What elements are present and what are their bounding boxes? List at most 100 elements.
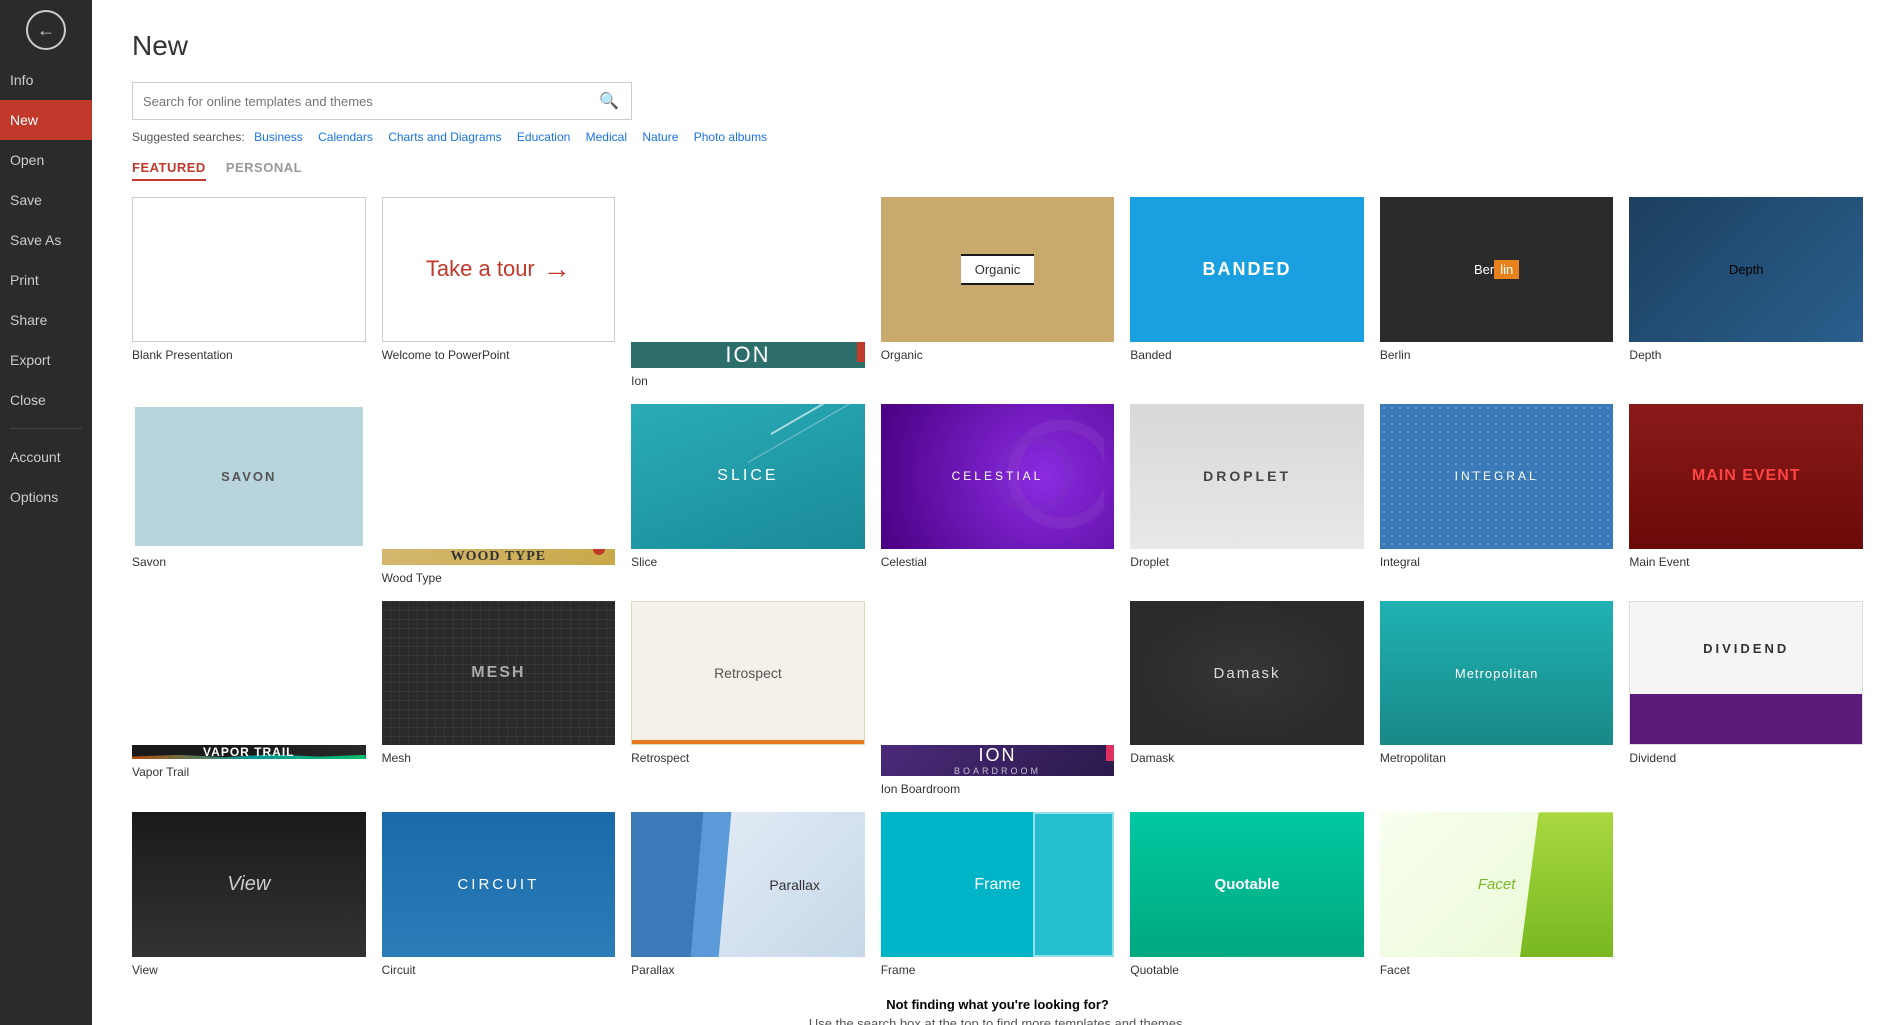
template-frame-label: Frame — [881, 963, 1115, 977]
slice-text: SLICE — [717, 467, 778, 485]
sidebar-item-save-as[interactable]: Save As — [0, 220, 92, 260]
woodtype-text: WOOD TYPE — [451, 549, 546, 565]
template-tour[interactable]: Take a tour → Welcome to PowerPoint — [382, 197, 616, 388]
sidebar-item-share[interactable]: Share — [0, 300, 92, 340]
suggested-photo[interactable]: Photo albums — [694, 130, 767, 144]
berlin-text-white: Ber — [1474, 262, 1494, 277]
celestial-text: CELESTIAL — [952, 469, 1044, 483]
template-damask[interactable]: Damask Damask — [1130, 601, 1364, 797]
template-celestial[interactable]: CELESTIAL Celestial — [881, 404, 1115, 585]
retrospect-text: Retrospect — [714, 665, 782, 681]
template-vaportrail[interactable]: VAPOR TRAIL Vapor Trail — [132, 601, 366, 797]
sidebar-item-account[interactable]: Account — [0, 437, 92, 477]
template-dividend[interactable]: DIVIDEND Dividend — [1629, 601, 1863, 797]
sidebar-item-options[interactable]: Options — [0, 477, 92, 517]
template-parallax[interactable]: Parallax Parallax — [631, 812, 865, 977]
tab-featured[interactable]: FEATURED — [132, 160, 206, 181]
sidebar-item-open[interactable]: Open — [0, 140, 92, 180]
template-view[interactable]: View View — [132, 812, 366, 977]
suggested-calendars[interactable]: Calendars — [318, 130, 373, 144]
template-vaportrail-label: Vapor Trail — [132, 765, 366, 779]
back-button[interactable]: ← — [26, 10, 66, 50]
template-circuit-label: Circuit — [382, 963, 616, 977]
search-button[interactable]: 🔍 — [587, 83, 631, 119]
template-damask-label: Damask — [1130, 751, 1364, 765]
template-quotable[interactable]: Quotable Quotable — [1130, 812, 1364, 977]
suggested-medical[interactable]: Medical — [586, 130, 627, 144]
mainevent-text: MAIN EVENT — [1692, 467, 1801, 485]
template-tour-label: Welcome to PowerPoint — [382, 348, 616, 362]
view-text: View — [227, 873, 270, 896]
template-ion[interactable]: ION Ion — [631, 197, 865, 388]
sidebar-item-info[interactable]: Info — [0, 60, 92, 100]
template-berlin[interactable]: Berlin Berlin — [1380, 197, 1614, 388]
suggested-business[interactable]: Business — [254, 130, 303, 144]
sidebar-item-print[interactable]: Print — [0, 260, 92, 300]
template-organic[interactable]: Organic Organic — [881, 197, 1115, 388]
template-facet-label: Facet — [1380, 963, 1614, 977]
not-finding-subtitle: Use the search box at the top to find mo… — [132, 1016, 1863, 1025]
template-retrospect[interactable]: Retrospect Retrospect — [631, 601, 865, 797]
template-blank-label: Blank Presentation — [132, 348, 366, 362]
template-depth[interactable]: Depth Depth — [1629, 197, 1863, 388]
template-ionboardroom-label: Ion Boardroom — [881, 782, 1115, 796]
template-blank[interactable]: Blank Presentation — [132, 197, 366, 388]
template-metropolitan[interactable]: Metropolitan Metropolitan — [1380, 601, 1614, 797]
suggested-education[interactable]: Education — [517, 130, 570, 144]
droplet-text: DROPLET — [1203, 468, 1291, 484]
sidebar-item-export[interactable]: Export — [0, 340, 92, 380]
ionboardroom-sub: BOARDROOM — [954, 766, 1041, 776]
sidebar-item-save[interactable]: Save — [0, 180, 92, 220]
tour-arrow-icon: → — [543, 253, 571, 285]
template-mainevent-label: Main Event — [1629, 555, 1863, 569]
frame-text: Frame — [974, 876, 1020, 894]
template-organic-label: Organic — [881, 348, 1115, 362]
template-frame[interactable]: Frame Frame — [881, 812, 1115, 977]
banded-text: BANDED — [1203, 259, 1292, 280]
damask-text: Damask — [1214, 665, 1281, 682]
template-retrospect-label: Retrospect — [631, 751, 865, 765]
template-droplet[interactable]: DROPLET Droplet — [1130, 404, 1364, 585]
template-facet[interactable]: Facet Facet — [1380, 812, 1614, 977]
template-droplet-label: Droplet — [1130, 555, 1364, 569]
template-ionboardroom[interactable]: ION BOARDROOM Ion Boardroom — [881, 601, 1115, 797]
template-woodtype[interactable]: WOOD TYPE Wood Type — [382, 404, 616, 585]
integral-text: INTEGRAL — [1455, 469, 1539, 483]
suggested-charts[interactable]: Charts and Diagrams — [388, 130, 501, 144]
frame-box — [1033, 812, 1115, 957]
tour-text: Take a tour — [426, 256, 535, 282]
circuit-text: CIRCUIT — [457, 876, 539, 893]
slice-line — [771, 404, 865, 435]
template-banded[interactable]: BANDED Banded — [1130, 197, 1364, 388]
template-metropolitan-label: Metropolitan — [1380, 751, 1614, 765]
template-mesh[interactable]: MESH Mesh — [382, 601, 616, 797]
template-celestial-label: Celestial — [881, 555, 1115, 569]
vaportrail-text: VAPOR TRAIL — [203, 745, 294, 759]
ionboardroom-title: ION — [954, 745, 1041, 766]
template-ion-label: Ion — [631, 374, 865, 388]
sidebar-item-new[interactable]: New — [0, 100, 92, 140]
template-slice[interactable]: SLICE Slice — [631, 404, 865, 585]
ion-text: ION — [725, 342, 770, 368]
template-banded-label: Banded — [1130, 348, 1364, 362]
template-integral[interactable]: INTEGRAL Integral — [1380, 404, 1614, 585]
template-woodtype-label: Wood Type — [382, 571, 616, 585]
facet-text: Facet — [1478, 876, 1516, 893]
retrospect-stripe — [632, 740, 864, 744]
template-mainevent[interactable]: MAIN EVENT Main Event — [1629, 404, 1863, 585]
templates-grid: Blank Presentation Take a tour → Welcome… — [132, 197, 1863, 977]
suggested-nature[interactable]: Nature — [642, 130, 678, 144]
template-view-label: View — [132, 963, 366, 977]
template-savon[interactable]: SAVON Savon — [132, 404, 366, 585]
tab-personal[interactable]: PERSONAL — [226, 160, 302, 181]
template-savon-label: Savon — [132, 555, 366, 569]
quotable-text: Quotable — [1215, 876, 1280, 893]
search-input[interactable] — [133, 86, 587, 117]
dividend-purple-bar — [1630, 694, 1862, 744]
sidebar-item-close[interactable]: Close — [0, 380, 92, 420]
template-integral-label: Integral — [1380, 555, 1614, 569]
search-container: 🔍 — [132, 82, 632, 120]
main-content: New 🔍 Suggested searches: Business Calen… — [92, 0, 1903, 1025]
template-parallax-label: Parallax — [631, 963, 865, 977]
template-circuit[interactable]: CIRCUIT Circuit — [382, 812, 616, 977]
